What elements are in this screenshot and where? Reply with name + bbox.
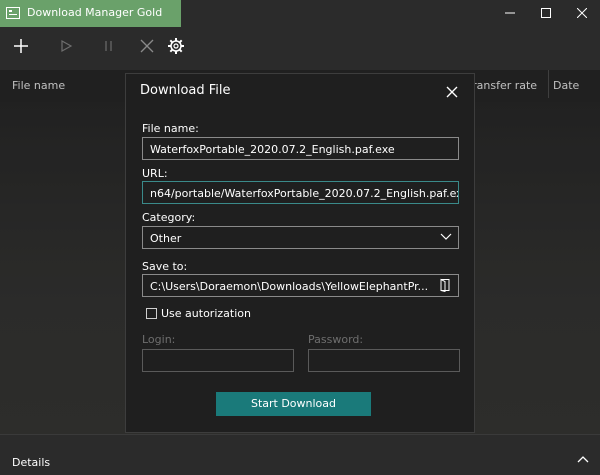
play-icon xyxy=(61,39,73,53)
title-bar: Download Manager Gold xyxy=(0,0,600,27)
minimize-button[interactable] xyxy=(492,0,528,27)
password-field[interactable] xyxy=(308,349,460,372)
minimize-icon xyxy=(505,12,515,14)
details-label: Details xyxy=(12,456,51,469)
file-name-label: File name: xyxy=(142,122,199,135)
download-file-dialog: Download File File name: WaterfoxPortabl… xyxy=(125,73,475,433)
cancel-download-button[interactable] xyxy=(136,35,158,57)
folder-browse-icon[interactable] xyxy=(438,278,452,292)
app-title-area: Download Manager Gold xyxy=(0,0,181,27)
save-to-field[interactable]: C:\Users\Doraemon\Downloads\YellowElepha… xyxy=(142,274,459,297)
login-field[interactable] xyxy=(142,349,294,372)
pause-icon xyxy=(105,41,112,51)
password-label: Password: xyxy=(308,333,364,346)
toolbar xyxy=(0,27,600,65)
use-authorization-label[interactable]: Use autorization xyxy=(161,307,251,320)
save-to-label: Save to: xyxy=(142,260,188,273)
gear-icon xyxy=(168,38,184,54)
details-bar[interactable]: Details xyxy=(0,434,600,475)
chevron-down-icon xyxy=(440,233,452,240)
category-label: Category: xyxy=(142,211,196,224)
close-dialog-icon[interactable] xyxy=(445,85,459,99)
app-icon xyxy=(6,7,20,19)
url-value: n64/portable/WaterfoxPortable_2020.07.2_… xyxy=(150,187,459,200)
close-window-button[interactable] xyxy=(564,0,600,27)
maximize-button[interactable] xyxy=(528,0,564,27)
add-download-button[interactable] xyxy=(10,35,32,57)
close-window-icon xyxy=(577,8,587,18)
save-to-value: C:\Users\Doraemon\Downloads\YellowElepha… xyxy=(150,280,429,293)
window-title: Download Manager Gold xyxy=(27,6,163,19)
settings-button[interactable] xyxy=(165,35,187,57)
file-name-field[interactable]: WaterfoxPortable_2020.07.2_English.paf.e… xyxy=(142,137,459,160)
chevron-up-icon[interactable] xyxy=(577,455,589,463)
use-authorization-checkbox[interactable] xyxy=(146,308,157,319)
resume-button[interactable] xyxy=(55,35,77,57)
file-name-value: WaterfoxPortable_2020.07.2_English.paf.e… xyxy=(150,143,395,156)
url-field[interactable]: n64/portable/WaterfoxPortable_2020.07.2_… xyxy=(142,181,459,204)
pause-button[interactable] xyxy=(98,35,120,57)
close-icon xyxy=(140,39,154,53)
dialog-title: Download File xyxy=(140,83,231,98)
maximize-icon xyxy=(541,8,551,18)
start-download-button[interactable]: Start Download xyxy=(216,392,371,416)
url-label: URL: xyxy=(142,167,168,180)
add-icon xyxy=(14,39,28,53)
category-value: Other xyxy=(150,232,182,245)
category-select[interactable]: Other xyxy=(142,226,459,249)
login-label: Login: xyxy=(142,333,176,346)
